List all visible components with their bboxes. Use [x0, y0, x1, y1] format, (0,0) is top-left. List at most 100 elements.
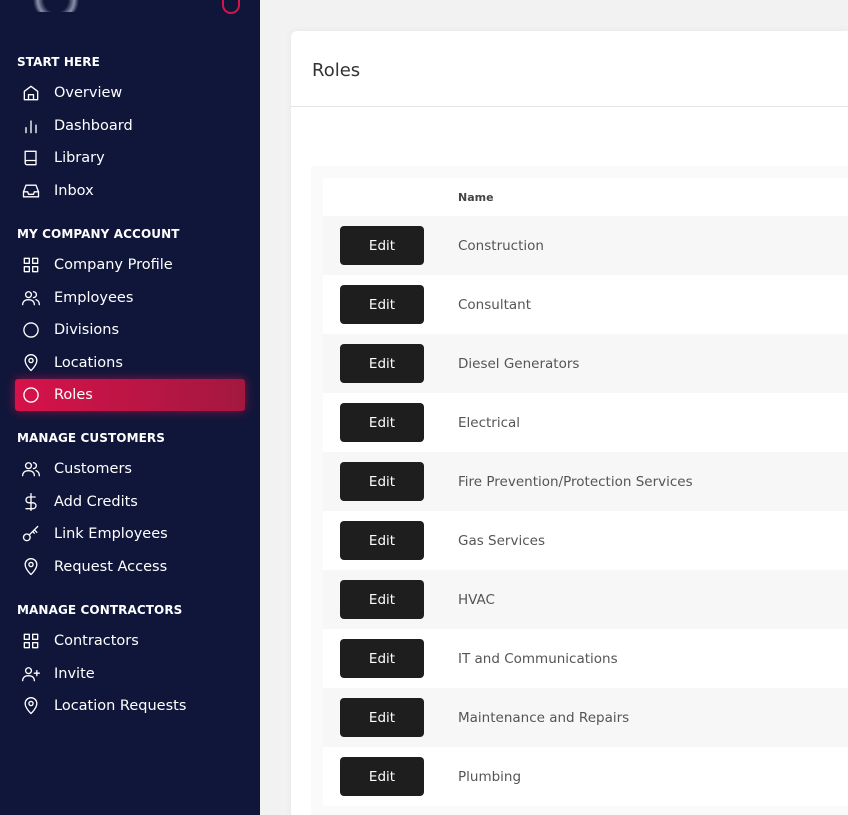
sidebar-item-roles[interactable]: Roles	[15, 379, 245, 411]
grid-icon	[23, 633, 39, 649]
inbox-icon	[22, 184, 40, 197]
roles-table: Name Edit Construction Edit Consultant Edit D…	[323, 178, 848, 806]
sidebar-item-request-access[interactable]: Request Access	[15, 551, 245, 583]
users-icon	[22, 290, 40, 305]
sidebar-item-locations[interactable]: Locations	[15, 347, 245, 379]
sidebar-item-customers[interactable]: Customers	[15, 453, 245, 485]
table-row: Edit Consultant	[323, 275, 848, 334]
role-name: Electrical	[458, 414, 521, 431]
table-row: Edit Plumbing	[323, 747, 848, 806]
table-row: Edit Diesel Generators	[323, 334, 848, 393]
sidebar-item-add-credits[interactable]: Add Credits	[15, 486, 245, 518]
actions-cell: Edit	[323, 334, 458, 393]
edit-button[interactable]: Edit	[340, 698, 424, 737]
role-name: Construction	[458, 216, 848, 275]
sidebar-item-label: Request Access	[54, 558, 168, 575]
dollar-icon	[25, 492, 37, 511]
book-icon	[24, 150, 37, 166]
sidebar-item-label: Dashboard	[54, 117, 133, 134]
sidebar-item-link-employees[interactable]: Link Employees	[15, 518, 245, 550]
edit-button[interactable]: Edit	[340, 521, 424, 560]
sidebar-item-contractors[interactable]: Contractors	[15, 625, 245, 657]
edit-button[interactable]: Edit	[340, 580, 424, 619]
actions-cell: Edit	[323, 452, 458, 511]
column-header-actions	[323, 178, 458, 216]
users-icon	[22, 462, 40, 477]
edit-button[interactable]: Edit	[340, 757, 424, 796]
map-pin-icon	[24, 697, 38, 715]
role-name: HVAC	[458, 570, 848, 629]
map-pin-icon	[24, 353, 38, 371]
circle-icon	[23, 387, 39, 403]
table-row: Edit Fire Prevention/Protection Services	[323, 452, 848, 511]
table-row: Edit Gas Services	[323, 511, 848, 570]
sidebar-item-label: Divisions	[54, 322, 120, 338]
settings-icon[interactable]	[222, 0, 240, 14]
grid-icon	[23, 257, 39, 273]
sidebar-item-label: Roles	[54, 387, 93, 403]
user-plus-icon	[22, 666, 40, 681]
sidebar-item-label: Library	[54, 150, 105, 166]
actions-cell: Edit	[323, 570, 458, 629]
role-name: Plumbing	[458, 768, 522, 785]
sidebar-item-label: Employees	[54, 289, 134, 306]
bar-chart-icon	[25, 119, 37, 133]
actions-cell: Edit	[323, 511, 458, 570]
roles-card: Roles Name Edit Construction Edit Consultan…	[291, 31, 848, 815]
sidebar-item-employees[interactable]: Employees	[15, 282, 245, 314]
sidebar-item-label: Invite	[54, 665, 95, 682]
sidebar-item-overview[interactable]: Overview	[15, 77, 245, 109]
role-name: IT and Communications	[458, 650, 618, 667]
section-header: START HERE	[17, 55, 100, 69]
table-row: Edit HVAC	[323, 570, 848, 629]
sidebar-item-divisions[interactable]: Divisions	[15, 314, 245, 346]
section-header: MANAGE CONTRACTORS	[17, 603, 183, 617]
circle-icon	[23, 322, 39, 338]
edit-button[interactable]: Edit	[340, 226, 424, 265]
actions-cell: Edit	[323, 275, 458, 334]
sidebar-item-inbox[interactable]: Inbox	[15, 175, 245, 207]
edit-button[interactable]: Edit	[340, 285, 424, 324]
sidebar: START HERE Overview Dashboard Library Inbox M…	[0, 0, 260, 815]
table-row: Edit IT and Communications	[323, 629, 848, 688]
edit-button[interactable]: Edit	[340, 639, 424, 678]
sidebar-item-label: Add Credits	[54, 493, 138, 510]
table-row: Edit Construction	[323, 216, 848, 275]
sidebar-item-company-profile[interactable]: Company Profile	[15, 249, 245, 281]
column-header-name[interactable]: Name	[458, 178, 848, 216]
table-container: Name Edit Construction Edit Consultant Edit D…	[311, 166, 848, 815]
section-header: MY COMPANY ACCOUNT	[17, 227, 180, 241]
logo[interactable]	[28, 0, 84, 12]
key-icon	[22, 525, 39, 542]
section-header: MANAGE CUSTOMERS	[17, 431, 165, 445]
actions-cell: Edit	[323, 688, 458, 747]
sidebar-item-location-requests[interactable]: Location Requests	[15, 690, 245, 722]
table-row: Edit Maintenance and Repairs	[323, 688, 848, 747]
role-name: Fire Prevention/Protection Services	[458, 452, 848, 511]
actions-cell: Edit	[323, 393, 458, 452]
actions-cell: Edit	[323, 747, 458, 806]
edit-button[interactable]: Edit	[340, 462, 424, 501]
sidebar-item-library[interactable]: Library	[15, 142, 245, 174]
map-pin-icon	[24, 557, 38, 575]
edit-button[interactable]: Edit	[340, 344, 424, 383]
role-name: Maintenance and Repairs	[458, 688, 848, 747]
role-name: Gas Services	[458, 532, 545, 549]
actions-cell: Edit	[323, 629, 458, 688]
sidebar-item-label: Locations	[54, 354, 123, 371]
sidebar-item-label: Link Employees	[54, 526, 168, 542]
sidebar-item-invite[interactable]: Invite	[15, 658, 245, 690]
table-row: Edit Electrical	[323, 393, 848, 452]
role-name: Diesel Generators	[458, 334, 848, 393]
sidebar-item-label: Company Profile	[54, 257, 173, 273]
page-title: Roles	[312, 60, 361, 81]
sidebar-item-label: Customers	[54, 461, 132, 477]
sidebar-item-label: Location Requests	[54, 698, 187, 714]
sidebar-item-label: Inbox	[54, 182, 94, 199]
sidebar-item-label: Overview	[54, 85, 123, 101]
sidebar-item-dashboard[interactable]: Dashboard	[15, 110, 245, 142]
actions-cell: Edit	[323, 216, 458, 275]
role-name: Consultant	[458, 296, 531, 313]
edit-button[interactable]: Edit	[340, 403, 424, 442]
sidebar-item-label: Contractors	[54, 633, 139, 649]
